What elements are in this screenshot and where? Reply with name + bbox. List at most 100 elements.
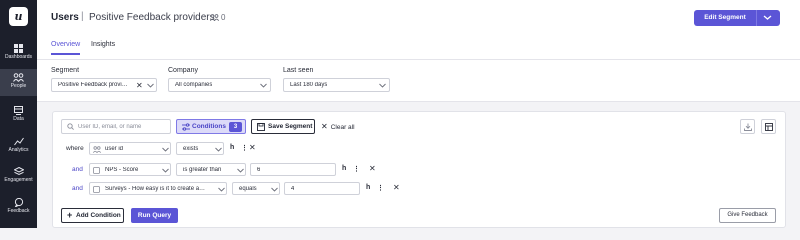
company-select-value: All companies (175, 82, 213, 88)
condition-attribute-select[interactable]: NPS - Score (89, 163, 171, 176)
sidebar-item-label: Feedback (7, 208, 30, 214)
remove-condition-icon[interactable]: ✕ (393, 183, 400, 192)
more-options-icon[interactable]: ⋮ (377, 184, 384, 192)
function-icon[interactable]: h (230, 144, 234, 151)
condition-value-input[interactable]: 6 (250, 163, 336, 176)
segment-title: Positive Feedback providers (89, 12, 215, 23)
condition-attribute-select[interactable]: user id (89, 142, 171, 155)
condition-attribute-select[interactable]: Surveys - How easy is it to create a… (89, 182, 227, 195)
people-icon (13, 73, 24, 82)
condition-value-input[interactable]: 4 (284, 182, 360, 195)
sidebar-item-analytics[interactable]: Analytics (0, 133, 37, 160)
export-button[interactable] (740, 119, 755, 134)
condition-value: 4 (291, 186, 295, 192)
function-icon[interactable]: h (342, 165, 346, 172)
remove-condition-icon[interactable]: ✕ (249, 143, 256, 152)
condition-operator-value: is greater than (183, 167, 222, 173)
columns-button[interactable] (761, 119, 776, 134)
give-feedback-button[interactable]: Give Feedback (719, 208, 776, 223)
sidebar-item-label: Engagement (4, 177, 33, 183)
plus-icon: + (67, 210, 73, 220)
run-query-button[interactable]: Run Query (131, 208, 178, 223)
condition-connector: where (66, 145, 84, 152)
chevron-down-icon (162, 168, 169, 173)
save-icon (257, 123, 265, 131)
grid-icon (14, 44, 23, 53)
edit-segment-button[interactable]: Edit Segment (694, 10, 780, 26)
sidebar-item-label: Data (13, 116, 24, 122)
tab-insights[interactable]: Insights (91, 41, 115, 53)
clear-all-label: Clear all (330, 124, 355, 131)
chart-line-icon (13, 137, 24, 146)
chevron-down-icon (379, 83, 386, 88)
survey-icon (93, 167, 100, 174)
sidebar-item-engagement[interactable]: Engagement (0, 163, 37, 190)
sidebar-item-people[interactable]: People (0, 69, 37, 96)
more-options-icon[interactable]: ⋮ (241, 144, 248, 152)
sidebar-item-label: Dashboards (5, 54, 32, 60)
search-icon (67, 123, 74, 130)
edit-segment-label: Edit Segment (704, 14, 746, 21)
layers-icon (13, 167, 24, 176)
condition-connector: and (72, 166, 83, 173)
more-options-icon[interactable]: ⋮ (353, 165, 360, 173)
tab-overview[interactable]: Overview (51, 41, 81, 55)
filter-bar: Segment Positive Feedback provi… ✕ Compa… (37, 60, 800, 102)
function-icon[interactable]: h (366, 184, 370, 191)
save-segment-label: Save Segment (268, 123, 313, 130)
last-seen-select-value: Last 180 days (290, 82, 328, 88)
sliders-icon (182, 123, 190, 131)
sidebar-item-data[interactable]: Data (0, 102, 37, 129)
condition-value: 6 (257, 167, 261, 173)
conditions-button[interactable]: Conditions 3 (176, 119, 246, 134)
sidebar-item-feedback[interactable]: Feedback (0, 194, 37, 221)
chevron-down-icon (147, 83, 154, 88)
chevron-down-icon[interactable] (763, 14, 772, 21)
condition-operator-select[interactable]: exists (176, 142, 224, 155)
condition-operator-value: exists (183, 146, 199, 152)
sidebar-item-label: Analytics (8, 147, 29, 153)
page-header: Users | Positive Feedback providers 0 Ed… (37, 0, 800, 60)
user-search[interactable] (61, 119, 171, 134)
chevron-down-icon (215, 147, 222, 152)
clear-icon[interactable]: ✕ (136, 81, 143, 90)
sidebar-item-label: People (10, 83, 27, 89)
title-separator: | (81, 11, 84, 22)
company-filter-label: Company (168, 67, 198, 74)
condition-operator-select[interactable]: is greater than (176, 163, 246, 176)
search-input[interactable] (78, 122, 168, 132)
survey-icon (93, 186, 100, 193)
condition-operator-select[interactable]: equals (232, 182, 280, 195)
condition-attribute-value: user id (105, 146, 124, 152)
download-icon (744, 123, 752, 131)
people-icon (93, 146, 101, 153)
close-icon: ✕ (321, 122, 328, 131)
save-segment-button[interactable]: Save Segment (251, 119, 315, 134)
chevron-down-icon (218, 187, 225, 192)
chevron-down-icon (260, 83, 267, 88)
query-builder-panel: Conditions 3 Save Segment ✕Clear all whe… (52, 111, 786, 228)
sidebar-item-dashboards[interactable]: Dashboards (0, 40, 37, 67)
user-count-value: 0 (221, 13, 226, 22)
page-title: Users (51, 12, 79, 23)
company-select[interactable]: All companies (168, 78, 271, 92)
last-seen-select[interactable]: Last 180 days (283, 78, 390, 92)
segment-filter-label: Segment (51, 67, 80, 74)
condition-attribute-value: NPS - Score (105, 167, 139, 173)
table-icon (765, 123, 773, 131)
add-condition-button[interactable]: + Add Condition (61, 208, 124, 223)
add-condition-label: Add Condition (76, 212, 121, 219)
database-icon (14, 106, 23, 115)
last-seen-filter-label: Last seen (283, 67, 314, 74)
remove-condition-icon[interactable]: ✕ (369, 164, 376, 173)
sidebar: u Dashboards People Data Analytics Engag… (0, 0, 37, 228)
segment-select[interactable]: Positive Feedback provi… ✕ (51, 78, 157, 92)
segment-select-value: Positive Feedback provi… (58, 82, 128, 88)
chevron-down-icon (237, 168, 244, 173)
clear-all-button[interactable]: ✕ Clear all (321, 122, 355, 131)
conditions-label: Conditions (192, 123, 226, 130)
app-logo[interactable]: u (9, 7, 28, 26)
condition-operator-value: equals (239, 186, 257, 192)
condition-connector: and (72, 185, 83, 192)
user-count-badge: 0 (209, 13, 226, 22)
